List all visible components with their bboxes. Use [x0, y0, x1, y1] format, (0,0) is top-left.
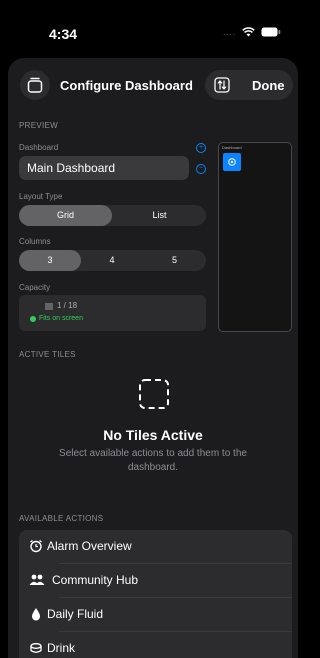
list-item-label: Drink — [47, 641, 76, 655]
columns-option-3[interactable]: 3 — [19, 250, 81, 271]
capacity-bar — [45, 303, 53, 310]
empty-title: No Tiles Active — [103, 427, 203, 443]
configure-dashboard-sheet: Configure Dashboard Done PREVIEW Dashboa… — [8, 58, 298, 658]
preview-tile[interactable] — [223, 153, 241, 171]
list-item[interactable]: Drink — [19, 632, 292, 658]
status-icons: .... — [223, 27, 281, 37]
preview-title: Dashboard — [222, 145, 242, 150]
list-item[interactable]: Alarm Overview — [19, 530, 292, 563]
wifi-icon — [242, 27, 255, 37]
remove-dashboard-icon[interactable]: − — [196, 164, 206, 174]
cup-icon — [30, 643, 42, 653]
dashed-square-icon — [139, 379, 169, 409]
available-actions-heading: AVAILABLE ACTIONS — [19, 514, 104, 523]
list-item-label: Daily Fluid — [47, 607, 104, 621]
signal-icon: .... — [223, 27, 236, 37]
dashboard-preview: Dashboard — [218, 142, 292, 332]
capacity-count: 1 / 18 — [57, 301, 78, 310]
list-item-label: Community Hub — [52, 573, 139, 587]
list-item[interactable]: Daily Fluid — [19, 598, 292, 631]
drop-icon — [32, 608, 40, 621]
available-actions-list: Alarm Overview Community Hub Daily Fluid — [19, 530, 292, 658]
active-tiles-heading: ACTIVE TILES — [19, 350, 76, 359]
layout-type-label: Layout Type — [19, 192, 63, 201]
dashboard-label: Dashboard — [19, 143, 59, 152]
list-item[interactable]: Community Hub — [19, 564, 292, 597]
done-button[interactable]: Done — [252, 78, 285, 93]
capacity-card: 1 / 18 Fits on screen — [19, 295, 206, 331]
swap-button[interactable] — [213, 76, 231, 94]
dashboard-name-field[interactable]: Main Dashboard — [19, 156, 189, 180]
layout-option-list[interactable]: List — [113, 205, 206, 226]
dashboard-icon — [27, 77, 43, 93]
layout-type-segmented: Grid List — [19, 205, 206, 226]
list-item-label: Alarm Overview — [47, 539, 132, 553]
empty-body: Select available actions to add them to … — [59, 448, 247, 473]
add-dashboard-icon[interactable]: + — [196, 143, 206, 153]
dashboard-button[interactable] — [20, 70, 50, 100]
columns-option-4[interactable]: 4 — [81, 250, 143, 271]
columns-label: Columns — [19, 237, 51, 246]
battery-icon — [261, 27, 281, 37]
status-time: 4:34 — [49, 26, 78, 42]
capacity-status: Fits on screen — [39, 315, 83, 322]
layout-option-grid[interactable]: Grid — [19, 205, 112, 226]
swap-icon — [214, 77, 230, 93]
gear-icon — [228, 158, 236, 166]
columns-segmented: 3 4 5 — [19, 250, 206, 271]
columns-option-5[interactable]: 5 — [143, 250, 206, 271]
dashboard-name-value: Main Dashboard — [27, 161, 116, 175]
capacity-label: Capacity — [19, 283, 51, 292]
alarm-clock-icon — [30, 539, 42, 553]
check-icon — [30, 316, 36, 322]
preview-heading: PREVIEW — [19, 121, 58, 130]
page-title: Configure Dashboard — [60, 78, 193, 93]
status-bar: 4:34 .... — [0, 0, 299, 58]
people-icon — [29, 574, 45, 585]
